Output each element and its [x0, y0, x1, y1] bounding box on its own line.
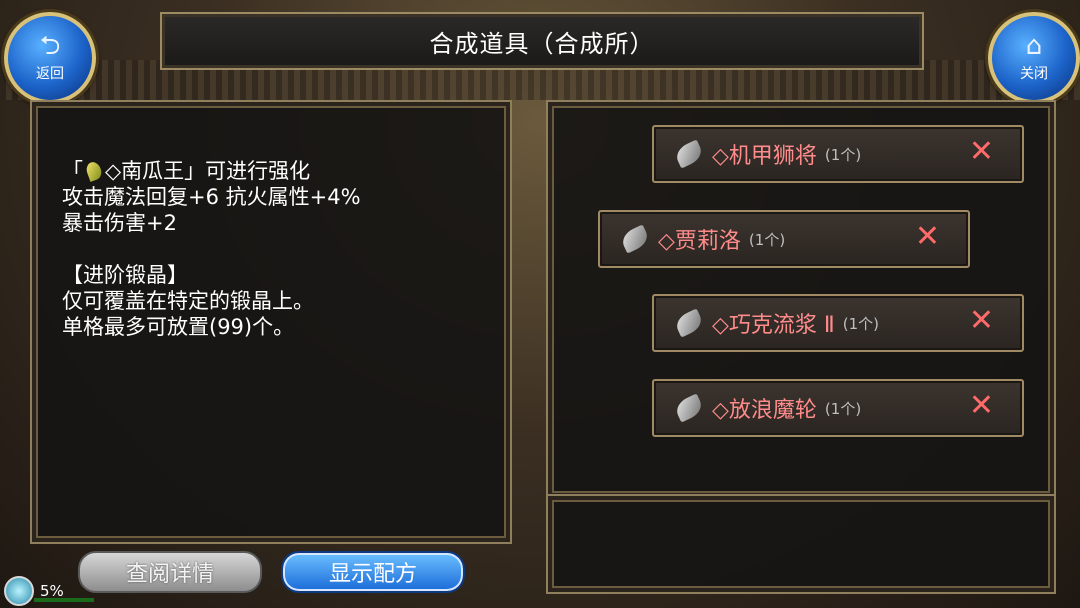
remove-icon[interactable]: ✕	[969, 391, 994, 421]
remove-icon[interactable]: ✕	[969, 306, 994, 336]
material-name: ◇放浪魔轮	[712, 398, 817, 423]
bracket-open: 「	[62, 159, 83, 183]
material-item[interactable]: ◇贾莉洛 (1个) ✕	[598, 210, 970, 268]
gem-icon	[84, 160, 104, 182]
exp-orb-icon	[4, 576, 34, 606]
material-name: ◇机甲狮将	[712, 144, 817, 169]
page-title: 合成道具（合成所）	[429, 29, 655, 58]
material-qty: (1个)	[824, 399, 862, 418]
crystal-icon	[618, 224, 652, 254]
material-item[interactable]: ◇巧克流浆 Ⅱ (1个) ✕	[652, 294, 1024, 352]
enhance-text: 」可进行强化	[184, 159, 311, 183]
description-line-5: 仅可覆盖在特定的锻晶上。	[62, 289, 314, 313]
material-qty: (1个)	[748, 230, 786, 249]
crystal-icon	[672, 308, 706, 338]
back-button[interactable]: ⮌ 返回	[4, 12, 96, 104]
title-bar: 合成道具（合成所）	[160, 12, 924, 70]
description-line-6: 单格最多可放置(99)个。	[62, 315, 295, 339]
material-qty: (1个)	[842, 314, 879, 333]
material-footer-panel	[546, 494, 1056, 594]
description-line-2: 攻击魔法回复+6 抗火属性+4%	[62, 185, 361, 209]
close-button[interactable]: ⌂ 关闭	[988, 12, 1080, 104]
description-line-4: 【进阶锻晶】	[62, 263, 188, 287]
material-qty: (1个)	[824, 145, 862, 164]
return-arrow-icon: ⮌	[39, 31, 61, 61]
crystal-icon	[672, 393, 706, 423]
close-label: 关闭	[1020, 66, 1048, 82]
details-button[interactable]: 查阅详情	[78, 551, 262, 593]
back-label: 返回	[36, 66, 64, 82]
material-name: ◇贾莉洛	[658, 229, 741, 254]
item-description: 「 ◇南瓜王」可进行强化 攻击魔法回复+6 抗火属性+4% 暴击伤害+2 【进阶锻…	[62, 158, 361, 340]
remove-icon[interactable]: ✕	[915, 222, 940, 252]
description-line-3: 暴击伤害+2	[62, 211, 177, 235]
home-icon: ⌂	[1025, 31, 1043, 61]
show-recipe-button[interactable]: 显示配方	[281, 551, 465, 593]
item-name: ◇南瓜王	[105, 159, 185, 183]
material-name: ◇巧克流浆 Ⅱ	[712, 313, 835, 338]
material-item[interactable]: ◇放浪魔轮 (1个) ✕	[652, 379, 1024, 437]
crystal-icon	[672, 139, 706, 169]
material-item[interactable]: ◇机甲狮将 (1个) ✕	[652, 125, 1024, 183]
description-line-1: 「 ◇南瓜王」可进行强化	[62, 158, 361, 184]
remove-icon[interactable]: ✕	[969, 137, 994, 167]
exp-bar	[34, 598, 94, 602]
